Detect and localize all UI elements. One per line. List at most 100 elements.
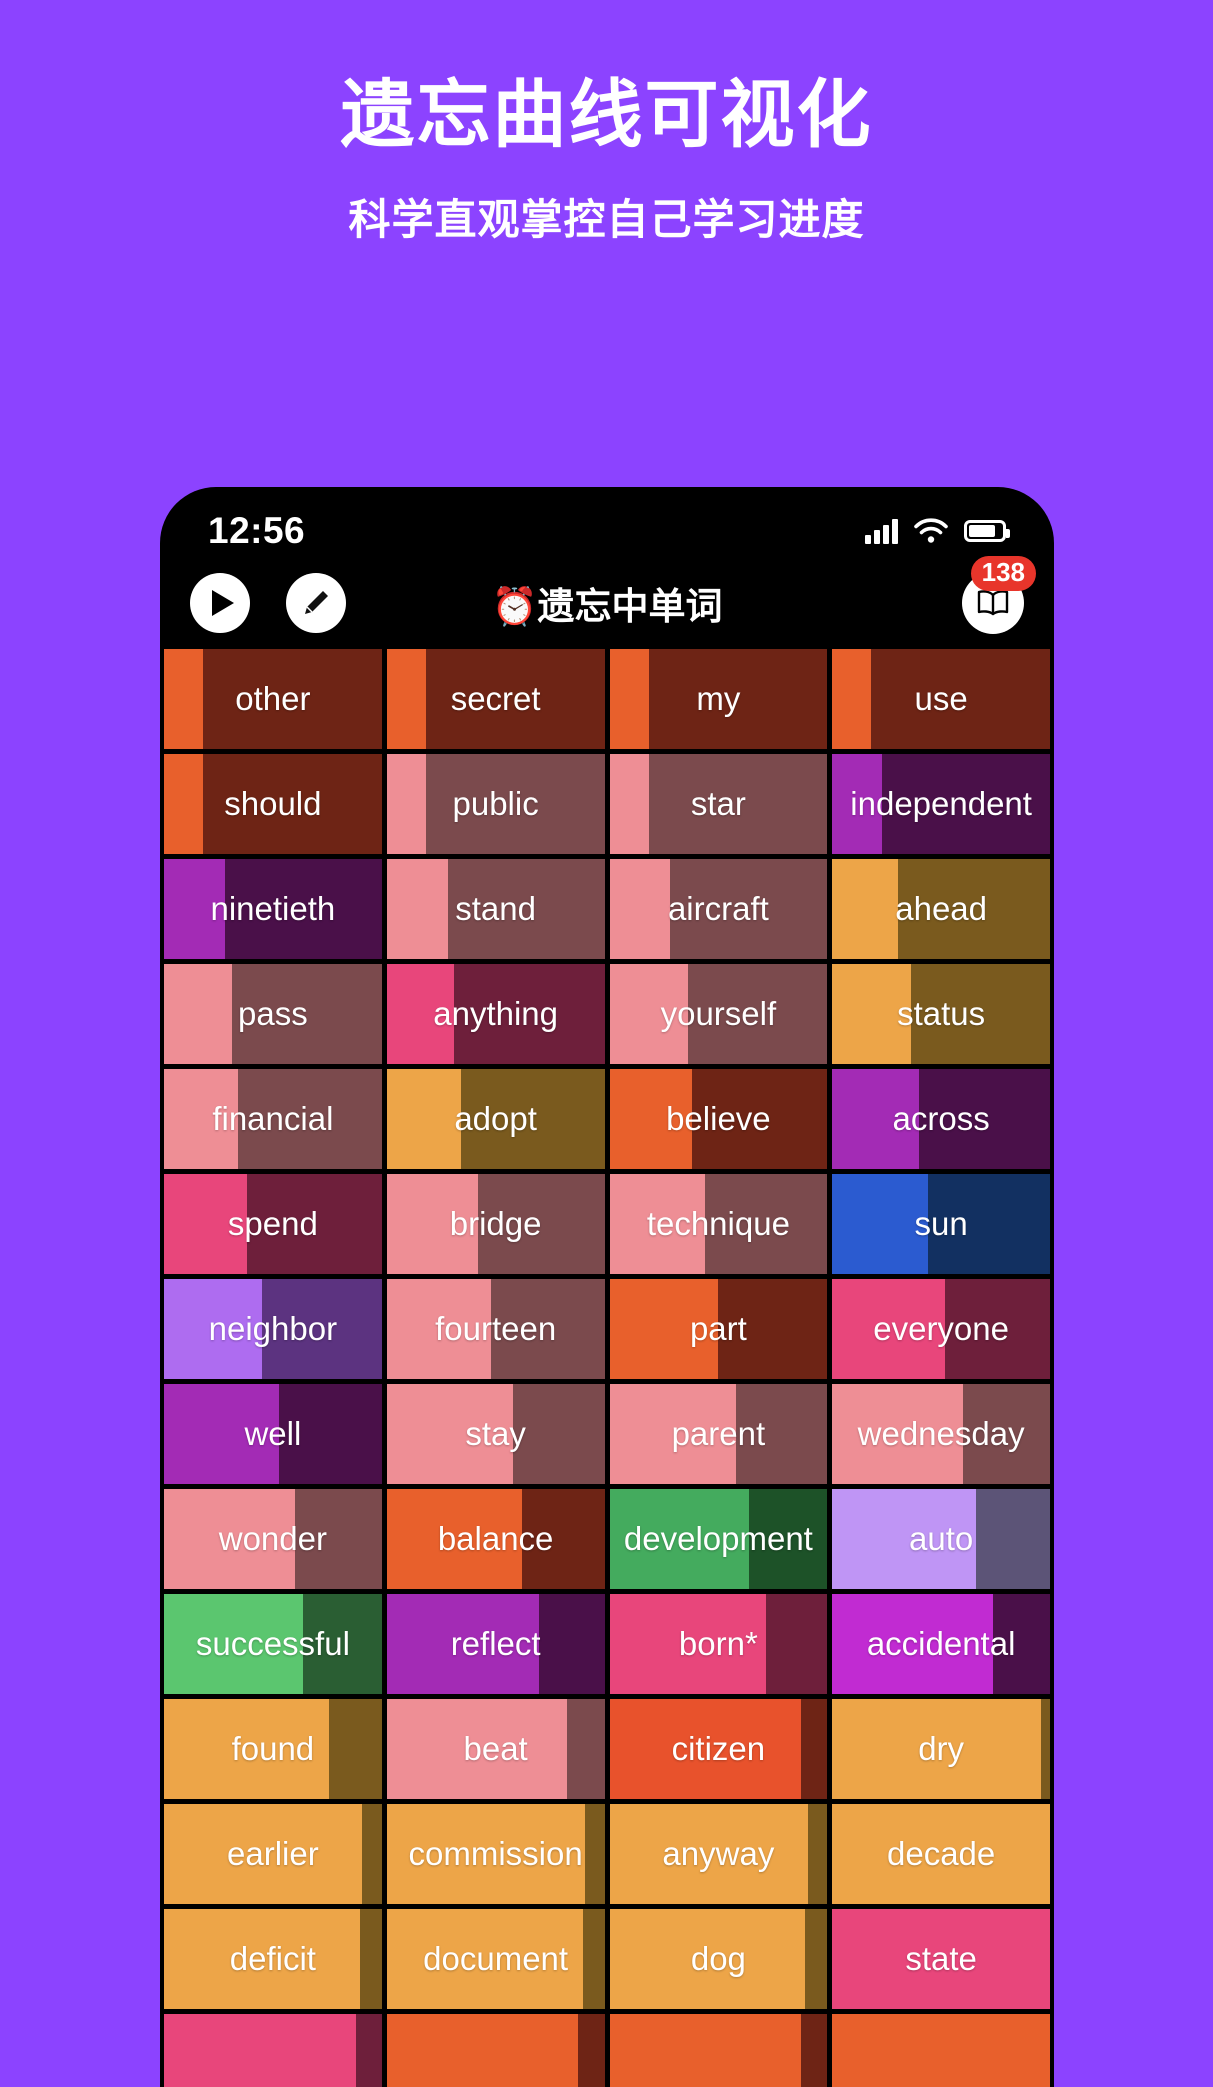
word-cell[interactable]: well [164,1384,382,1484]
word-cell[interactable]: dry [832,1699,1050,1799]
word-cell[interactable]: born* [609,1594,828,1694]
word-grid: other secret my use should public star independ… [160,649,1054,2087]
book-icon [977,590,1009,616]
word-cell[interactable]: citizen [609,1699,828,1799]
word-cell[interactable]: pass [164,964,382,1064]
word-cell-progress [386,859,448,959]
word-cell[interactable]: earlier [164,1804,382,1904]
word-label: found [231,1730,315,1767]
word-cell[interactable] [164,2014,382,2087]
word-cell[interactable]: balance [386,1489,605,1589]
play-button[interactable] [190,573,250,633]
word-cell[interactable]: neighbor [164,1279,382,1379]
word-cell[interactable]: should [164,754,382,854]
word-label: spend [227,1205,318,1242]
word-cell-progress [386,2014,579,2087]
word-cell-progress [609,649,649,749]
word-cell[interactable]: fourteen [386,1279,605,1379]
word-label: reflect [450,1625,541,1662]
wordbook-button-wrap[interactable]: 138 [962,556,1036,634]
word-cell[interactable]: beat [386,1699,605,1799]
word-cell[interactable]: other [164,649,382,749]
word-label: deficit [229,1940,316,1977]
word-cell[interactable]: anyway [609,1804,828,1904]
word-cell[interactable]: everyone [832,1279,1050,1379]
word-cell[interactable]: stay [386,1384,605,1484]
word-label: technique [646,1205,790,1242]
word-cell[interactable]: wednesday [832,1384,1050,1484]
word-cell[interactable]: accidental [832,1594,1050,1694]
word-label: ahead [895,890,987,927]
word-label: should [224,785,322,822]
word-cell[interactable] [386,2014,605,2087]
word-cell[interactable]: status [832,964,1050,1064]
word-cell[interactable]: commission [386,1804,605,1904]
word-cell[interactable]: development [609,1489,828,1589]
word-label: decade [886,1835,996,1872]
pencil-icon [305,591,328,614]
word-cell[interactable]: deficit [164,1909,382,2009]
app-toolbar: ⏰遗忘中单词 138 [160,556,1054,649]
word-label: my [696,680,741,717]
word-cell[interactable]: technique [609,1174,828,1274]
word-label: balance [437,1520,554,1557]
word-label: ninetieth [210,890,336,927]
word-cell[interactable]: independent [832,754,1050,854]
word-cell[interactable]: reflect [386,1594,605,1694]
word-cell[interactable]: secret [386,649,605,749]
word-label: bridge [449,1205,542,1242]
word-label: independent [850,785,1032,822]
word-cell-progress [832,859,898,959]
word-cell[interactable]: anything [386,964,605,1064]
phone-mockup: 12:56 ⏰遗忘中单词 138 other secret my use sho… [160,487,1054,2087]
word-cell[interactable]: believe [609,1069,828,1169]
word-label: adopt [454,1100,537,1137]
word-cell[interactable] [609,2014,828,2087]
status-bar: 12:56 [160,487,1054,557]
word-cell[interactable]: state [832,1909,1050,2009]
word-cell[interactable]: found [164,1699,382,1799]
word-label: pass [238,995,308,1032]
word-cell[interactable]: ninetieth [164,859,382,959]
word-cell[interactable]: yourself [609,964,828,1064]
word-label: dry [918,1730,965,1767]
word-cell[interactable]: financial [164,1069,382,1169]
cellular-signal-icon [865,518,898,544]
word-cell[interactable]: public [386,754,605,854]
word-cell-progress [832,2014,1050,2087]
word-cell[interactable]: adopt [386,1069,605,1169]
word-cell[interactable]: bridge [386,1174,605,1274]
word-cell[interactable]: ahead [832,859,1050,959]
word-label: earlier [227,1835,319,1872]
word-cell[interactable]: spend [164,1174,382,1274]
word-cell[interactable]: auto [832,1489,1050,1589]
word-cell[interactable]: dog [609,1909,828,2009]
word-cell[interactable]: across [832,1069,1050,1169]
word-cell[interactable]: stand [386,859,605,959]
word-label: other [235,680,311,717]
word-cell[interactable]: successful [164,1594,382,1694]
word-cell[interactable]: use [832,649,1050,749]
word-cell-progress [609,2014,802,2087]
word-cell[interactable]: my [609,649,828,749]
word-label: state [905,1940,977,1977]
word-label: dog [690,1940,746,1977]
word-label: fourteen [435,1310,557,1347]
edit-button[interactable] [286,573,346,633]
word-label: neighbor [208,1310,338,1347]
word-cell[interactable]: star [609,754,828,854]
page-title: 遗忘曲线可视化 [340,73,873,156]
promo-header: 遗忘曲线可视化 科学直观掌控自己学习进度 [0,0,1213,247]
word-cell[interactable]: part [609,1279,828,1379]
word-cell[interactable]: aircraft [609,859,828,959]
word-cell[interactable]: parent [609,1384,828,1484]
word-label: parent [671,1415,766,1452]
word-cell[interactable]: sun [832,1174,1050,1274]
battery-icon [964,520,1010,542]
word-cell[interactable] [832,2014,1050,2087]
word-label: across [892,1100,990,1137]
word-cell-progress [386,1069,461,1169]
word-cell[interactable]: decade [832,1804,1050,1904]
word-cell[interactable]: wonder [164,1489,382,1589]
word-cell[interactable]: document [386,1909,605,2009]
